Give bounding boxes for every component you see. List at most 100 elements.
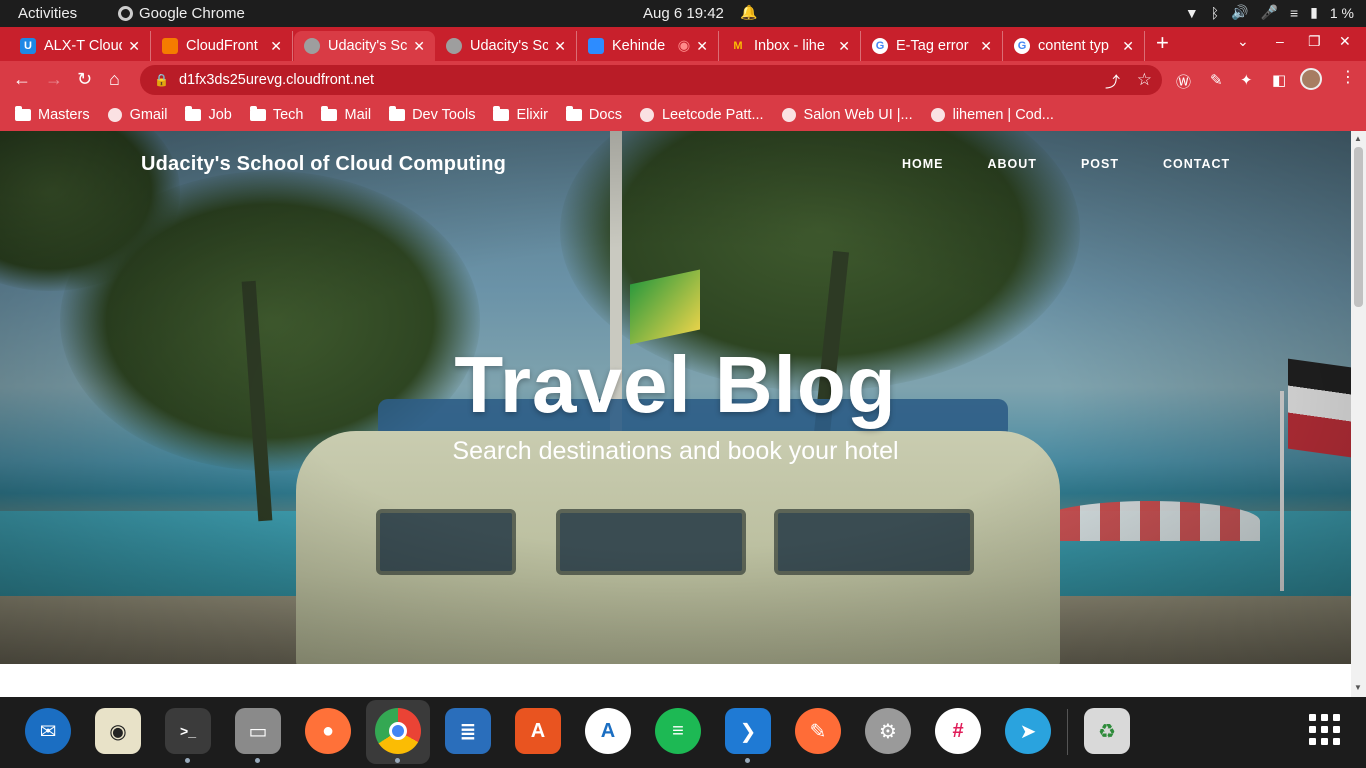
activities-button[interactable]: Activities (18, 5, 77, 22)
android-studio-icon[interactable]: A (585, 708, 631, 754)
close-tab-icon[interactable]: ✕ (413, 38, 425, 55)
folder-icon (389, 105, 406, 121)
close-tab-icon[interactable]: ✕ (1122, 38, 1134, 55)
tab-title: Inbox - lihe (754, 38, 825, 54)
close-tab-icon[interactable]: ✕ (696, 38, 708, 55)
side-panel-icon[interactable]: ◧ (1272, 71, 1286, 89)
bookmark-folder-dev-tools[interactable]: Dev Tools (389, 105, 475, 123)
show-applications-grid-icon[interactable] (1309, 714, 1340, 745)
bookmark-label: Docs (588, 106, 622, 123)
bookmark-gmail[interactable]: Gmail (107, 106, 168, 123)
tab-udacity-active[interactable]: Udacity's Sc ✕ (294, 31, 435, 61)
software-center-icon[interactable]: A (515, 708, 561, 754)
address-bar[interactable]: 🔒 d1fx3ds25urevg.cloudfront.net ⤴ ☆ (140, 65, 1162, 95)
globe-icon (446, 38, 462, 54)
reload-icon[interactable]: ↻ (77, 69, 92, 90)
bookmark-label: Tech (272, 106, 304, 123)
share-icon[interactable]: ⤴ (1105, 71, 1120, 92)
firefox-icon[interactable]: ● (305, 708, 351, 754)
chrome-menu-kebab-icon[interactable]: ⋮ (1340, 67, 1356, 87)
forward-arrow-icon[interactable]: → (45, 69, 63, 90)
bookmark-label: Masters (38, 106, 90, 123)
slack-icon[interactable]: # (935, 708, 981, 754)
tab-kehinde-zoom[interactable]: Kehinde ◉ ✕ (578, 31, 719, 61)
bookmark-leetcode[interactable]: Leetcode Patt... (639, 107, 764, 123)
rhythmbox-icon[interactable]: ◉ (95, 708, 141, 754)
back-arrow-icon[interactable]: ← (13, 69, 31, 90)
nav-home[interactable]: HOME (902, 157, 944, 171)
volume-icon: 🔊 (1231, 4, 1249, 20)
bookmark-lihemen[interactable]: lihemen | Cod... (930, 107, 1054, 123)
pen-extension-icon[interactable]: ✎ (1210, 71, 1223, 89)
profile-avatar[interactable] (1300, 68, 1322, 90)
tab-udacity[interactable]: Udacity's Sc ✕ (436, 31, 577, 61)
minimize-icon[interactable]: – (1276, 33, 1284, 49)
nav-post[interactable]: POST (1081, 157, 1119, 171)
bookmark-salon-web-ui[interactable]: Salon Web UI |... (781, 107, 913, 123)
bookmark-star-icon[interactable]: ☆ (1137, 70, 1152, 90)
bookmark-folder-job[interactable]: Job (185, 105, 232, 123)
libreoffice-writer-icon[interactable]: ≣ (445, 708, 491, 754)
bookmarks-bar: Masters Gmail Job Tech Mail Dev Tools El… (0, 98, 1366, 131)
new-tab-plus-icon[interactable]: + (1156, 30, 1169, 56)
bookmark-folder-elixir[interactable]: Elixir (493, 105, 548, 123)
system-tray[interactable]: ▼ ᛒ 🔊 🎤 ≡ ▮ 1 % (1185, 4, 1354, 21)
wifi-icon: ▼ (1184, 4, 1199, 21)
tab-content-type[interactable]: G content typ ✕ (1004, 31, 1145, 61)
notification-bell-icon: 🔔 (740, 4, 758, 20)
bookmark-folder-tech[interactable]: Tech (249, 105, 304, 123)
close-tab-icon[interactable]: ✕ (980, 38, 992, 55)
gmail-icon: M (733, 40, 743, 52)
nav-about[interactable]: ABOUT (988, 157, 1037, 171)
close-tab-icon[interactable]: ✕ (554, 38, 566, 55)
bluetooth-icon: ᛒ (1210, 4, 1220, 21)
aws-cube-icon (162, 38, 178, 54)
spotify-icon[interactable]: ≡ (655, 708, 701, 754)
extensions-puzzle-icon[interactable]: ✦ (1240, 71, 1253, 89)
accessibility-icon: ≡ (1289, 4, 1299, 21)
scroll-up-icon[interactable]: ▲ (1354, 134, 1362, 143)
hero-subtitle: Search destinations and book your hotel (452, 437, 899, 465)
vscode-icon[interactable]: ❯ (725, 708, 771, 763)
chrome-icon[interactable] (375, 708, 421, 763)
bookmark-folder-mail[interactable]: Mail (321, 105, 372, 123)
tab-etag-error[interactable]: G E-Tag error ✕ (862, 31, 1003, 61)
postman-icon[interactable]: ✎ (795, 708, 841, 754)
folder-icon (15, 105, 31, 121)
trash-icon[interactable]: ♻ (1084, 708, 1130, 754)
nav-contact[interactable]: CONTACT (1163, 157, 1230, 171)
files-icon[interactable]: ▭ (235, 708, 281, 763)
tab-alx-t-cloud[interactable]: U ALX-T Cloud ✕ (10, 31, 151, 61)
close-tab-icon[interactable]: ✕ (838, 38, 850, 55)
recording-icon: ◉ (677, 38, 691, 54)
dock-separator (1067, 709, 1068, 755)
clock[interactable]: Aug 6 19:42 (643, 5, 724, 22)
url-text[interactable]: d1fx3ds25urevg.cloudfront.net (179, 72, 374, 88)
close-window-icon[interactable]: ✕ (1339, 33, 1351, 50)
page-scrollbar[interactable]: ▲ ▼ (1351, 131, 1366, 697)
home-icon[interactable]: ⌂ (109, 69, 120, 90)
tab-gmail-inbox[interactable]: M Inbox - lihe ✕ (720, 31, 861, 61)
thunderbird-icon[interactable]: ✉ (25, 708, 71, 754)
bookmark-folder-docs[interactable]: Docs (565, 105, 622, 123)
terminal-icon[interactable]: >_ (165, 708, 211, 763)
close-tab-icon[interactable]: ✕ (270, 38, 282, 55)
scrollbar-thumb[interactable] (1354, 147, 1363, 307)
telegram-icon[interactable]: ➤ (1005, 708, 1051, 754)
maximize-icon[interactable]: ❐ (1308, 33, 1321, 50)
tab-title: Kehinde (612, 38, 666, 54)
site-brand[interactable]: Udacity's School of Cloud Computing (141, 153, 506, 176)
tab-cloudfront[interactable]: CloudFront ✕ (152, 31, 293, 61)
app-menu[interactable]: Google Chrome (118, 5, 245, 22)
zoom-icon (588, 38, 604, 54)
tab-title: E-Tag error (896, 38, 969, 54)
bookmark-label: Gmail (129, 106, 168, 123)
wordpress-extension-icon[interactable]: Ⓦ (1176, 71, 1191, 92)
bookmark-label: Mail (344, 106, 372, 123)
close-tab-icon[interactable]: ✕ (128, 38, 140, 55)
settings-gear-icon[interactable]: ⚙ (865, 708, 911, 754)
tab-search-chevron-icon[interactable]: ⌄ (1237, 33, 1249, 50)
scroll-down-icon[interactable]: ▼ (1354, 683, 1362, 692)
bookmark-folder-masters[interactable]: Masters (15, 105, 90, 123)
hero-banner: Udacity's School of Cloud Computing HOME… (0, 131, 1351, 664)
